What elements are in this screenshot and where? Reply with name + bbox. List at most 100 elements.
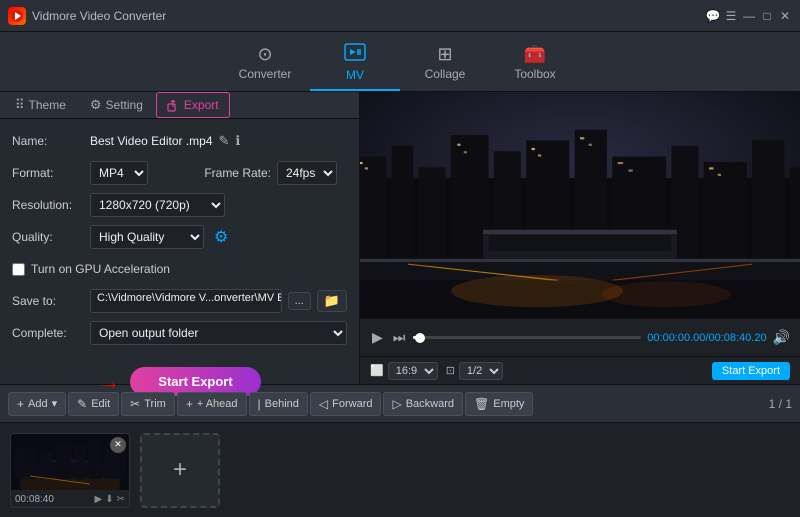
- quality-select[interactable]: High Quality Medium Quality Low Quality: [90, 225, 204, 249]
- app-title: Vidmore Video Converter: [32, 9, 166, 23]
- theme-tab[interactable]: ⠿ Theme: [4, 92, 77, 118]
- framerate-select[interactable]: 24fps 30fps 60fps: [277, 161, 337, 185]
- empty-label: Empty: [493, 398, 524, 410]
- right-panel: ▶ ⏭ 00:00:00.00/00:08:40.20 🔊 ⬜ 16:9 4:3…: [360, 92, 800, 384]
- name-value: Best Video Editor .mp4: [90, 134, 213, 148]
- ratio-group: ⬜ 16:9 4:3 1:1: [370, 362, 438, 380]
- edit-button[interactable]: ✎ Edit: [68, 392, 119, 416]
- setting-label: Setting: [106, 98, 143, 112]
- framerate-group: Frame Rate: 24fps 30fps 60fps: [204, 161, 347, 185]
- empty-button[interactable]: 🗑 Empty: [465, 392, 533, 416]
- tab-collage[interactable]: ⊞ Collage: [400, 36, 490, 91]
- export-tab[interactable]: Export: [156, 92, 230, 117]
- chat-icon-btn[interactable]: 💬: [706, 9, 720, 23]
- skip-button[interactable]: ⏭: [391, 327, 408, 348]
- progress-bar[interactable]: [413, 336, 641, 339]
- backward-label: Backward: [406, 398, 454, 410]
- complete-label: Complete:: [12, 326, 84, 340]
- cut-clip-icon: ✂: [117, 494, 125, 505]
- mv-icon: [344, 43, 366, 66]
- quality-label: Quality:: [12, 230, 84, 244]
- framerate-label: Frame Rate:: [204, 166, 271, 180]
- main-layout: ⠿ Theme ⚙ Setting Export: [0, 92, 800, 384]
- collage-icon: ⊞: [437, 44, 452, 65]
- grid-icon: ⠿: [15, 97, 25, 113]
- clip-close-btn[interactable]: ✕: [110, 437, 126, 453]
- converter-icon: ⊙: [257, 44, 272, 65]
- player-controls: ▶ ⏭ 00:00:00.00/00:08:40.20 🔊: [360, 318, 800, 356]
- info-icon[interactable]: ℹ: [235, 133, 240, 149]
- resolution-select[interactable]: 1280x720 (720p) 1920x1080 (1080p) 640x48…: [90, 193, 225, 217]
- quality-row: Quality: High Quality Medium Quality Low…: [12, 225, 347, 249]
- clip-duration: 00:08:40: [15, 494, 54, 505]
- gpu-row: Turn on GPU Acceleration: [12, 257, 347, 281]
- export-label: Export: [184, 98, 219, 112]
- ahead-button[interactable]: + + Ahead: [177, 392, 247, 416]
- complete-select[interactable]: Open output folder Do nothing Shut down: [90, 321, 347, 345]
- resolution-label: Resolution:: [12, 198, 84, 212]
- behind-button[interactable]: | Behind: [249, 392, 308, 416]
- scale-group: ⊡ 1/2 1/1 1/4: [446, 362, 503, 380]
- tab-converter[interactable]: ⊙ Converter: [220, 36, 310, 91]
- save-path-display: C:\Vidmore\Vidmore V...onverter\MV Expor…: [90, 289, 282, 313]
- minimize-btn[interactable]: —: [742, 9, 756, 23]
- tab-mv-label: MV: [346, 68, 364, 82]
- folder-btn[interactable]: 📁: [317, 290, 347, 312]
- add-label: Add: [28, 398, 48, 410]
- saveto-label: Save to:: [12, 294, 84, 308]
- progress-dot: [415, 333, 425, 343]
- complete-row: Complete: Open output folder Do nothing …: [12, 321, 347, 345]
- menu-btn[interactable]: ☰: [724, 9, 738, 23]
- play-clip-icon: ▶: [95, 494, 103, 505]
- scale-select[interactable]: 1/2 1/1 1/4: [459, 362, 503, 380]
- page-indicator: 1 / 1: [769, 397, 792, 411]
- tab-converter-label: Converter: [239, 67, 292, 81]
- gpu-label[interactable]: Turn on GPU Acceleration: [31, 262, 170, 276]
- timeline-clip: ✕ 00:08:40 ▶ ⬇ ✂: [10, 433, 130, 508]
- edit-label: Edit: [91, 398, 110, 410]
- top-nav: ⊙ Converter MV ⊞ Collage 🧰 Toolbox: [0, 32, 800, 92]
- add-dropdown-icon: ▾: [52, 397, 58, 410]
- trim-label: Trim: [144, 398, 166, 410]
- clip-thumbnail: ✕: [11, 434, 129, 490]
- setting-tab[interactable]: ⚙ Setting: [79, 92, 154, 118]
- tab-mv[interactable]: MV: [310, 36, 400, 91]
- start-export-small-button[interactable]: Start Export: [712, 362, 790, 380]
- forward-button[interactable]: ◁ Forward: [310, 392, 382, 416]
- clip-icons: ▶ ⬇ ✂: [95, 494, 125, 505]
- add-button[interactable]: + Add ▾: [8, 392, 66, 416]
- backward-button[interactable]: ▷ Backward: [383, 392, 463, 416]
- forward-icon: ◁: [319, 397, 328, 411]
- quality-gear-icon[interactable]: ⚙: [214, 227, 228, 247]
- format-label: Format:: [12, 166, 84, 180]
- format-row: Format: MP4 AVI MOV MKV Frame Rate: 24fp…: [12, 161, 347, 185]
- scale-icon: ⊡: [446, 364, 455, 377]
- edit-icon: ✎: [77, 397, 87, 411]
- volume-icon[interactable]: 🔊: [773, 329, 790, 346]
- tab-toolbox-label: Toolbox: [514, 67, 555, 81]
- left-panel: ⠿ Theme ⚙ Setting Export: [0, 92, 360, 384]
- close-btn[interactable]: ✕: [778, 9, 792, 23]
- title-bar-left: Vidmore Video Converter: [8, 7, 166, 25]
- name-row: Name: Best Video Editor .mp4 ✎ ℹ: [12, 129, 347, 153]
- city-scene-svg: [360, 92, 800, 318]
- maximize-btn[interactable]: □: [760, 9, 774, 23]
- toolbox-icon: 🧰: [524, 44, 546, 65]
- video-background: [360, 92, 800, 318]
- forward-label: Forward: [332, 398, 372, 410]
- download-clip-icon: ⬇: [105, 494, 113, 505]
- play-button[interactable]: ▶: [370, 327, 385, 348]
- tab-toolbox[interactable]: 🧰 Toolbox: [490, 36, 580, 91]
- export-form: Name: Best Video Editor .mp4 ✎ ℹ Format:…: [0, 119, 359, 355]
- gpu-checkbox[interactable]: [12, 263, 25, 276]
- edit-icon[interactable]: ✎: [219, 133, 230, 149]
- trash-icon: 🗑: [474, 397, 489, 411]
- trim-button[interactable]: ✂ Trim: [121, 392, 175, 416]
- ahead-label: + Ahead: [197, 398, 238, 410]
- ratio-select[interactable]: 16:9 4:3 1:1: [388, 362, 438, 380]
- format-select[interactable]: MP4 AVI MOV MKV: [90, 161, 148, 185]
- window-controls[interactable]: 💬 ☰ — □ ✕: [706, 9, 792, 23]
- add-clip-button[interactable]: +: [140, 433, 220, 508]
- browse-dots-btn[interactable]: ...: [288, 292, 311, 310]
- sub-nav: ⠿ Theme ⚙ Setting Export: [0, 92, 359, 119]
